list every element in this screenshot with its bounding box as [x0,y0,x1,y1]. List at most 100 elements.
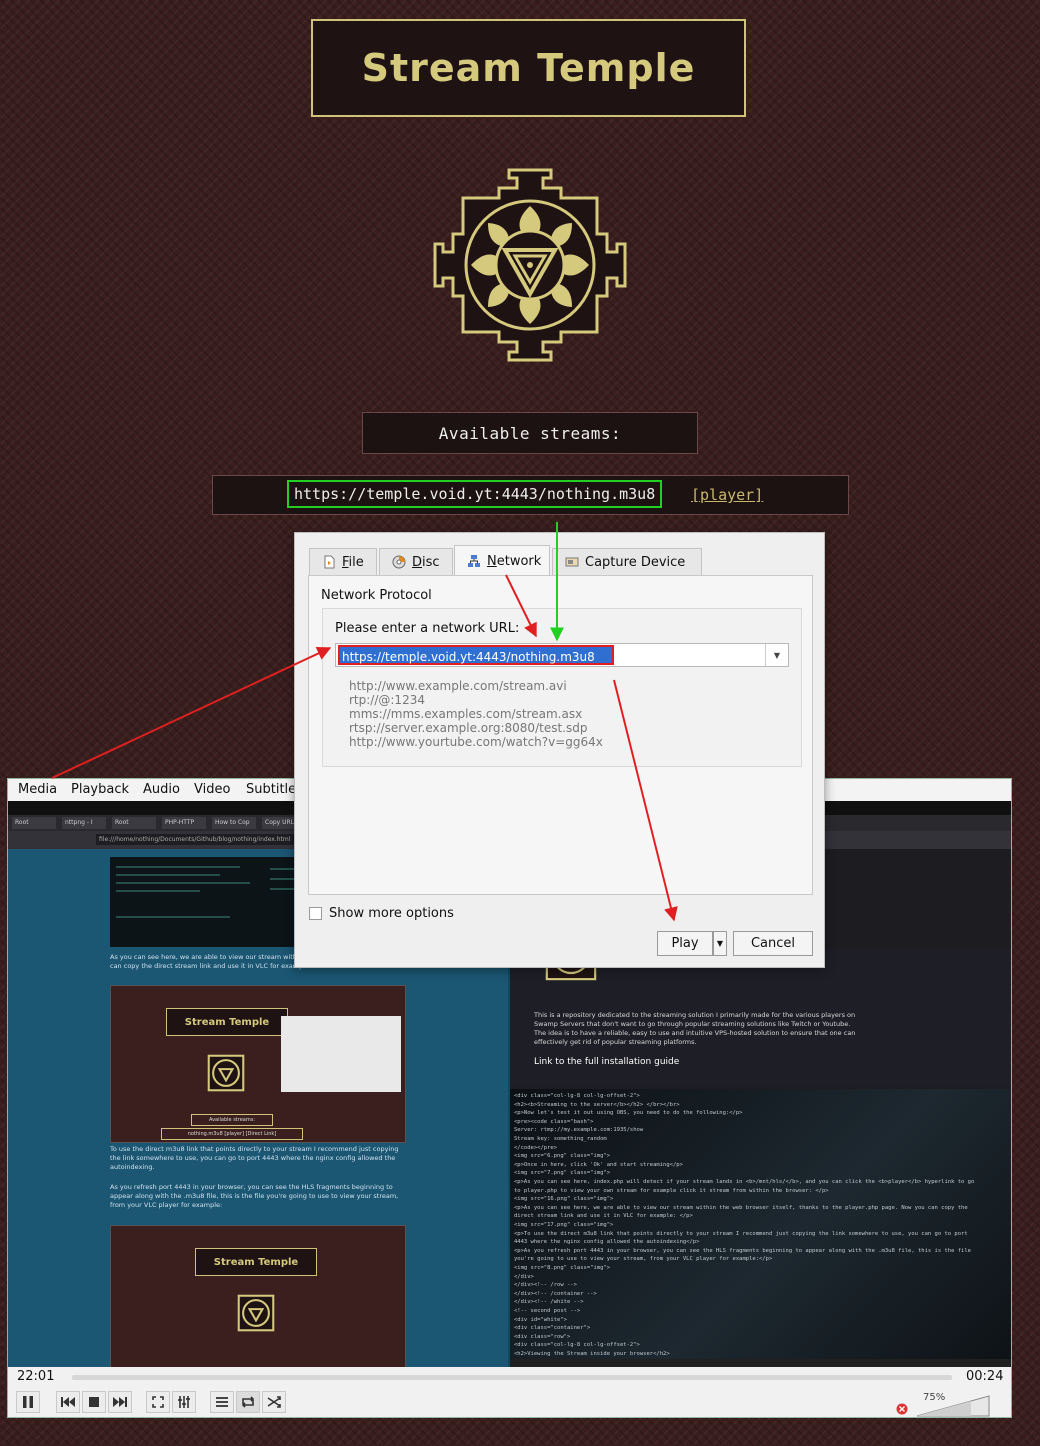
equalizer-icon[interactable] [172,1391,196,1413]
tab-file-rest: ile [348,554,364,570]
code-line: </div> [514,1273,534,1280]
video-address-text: file:///home/nothing/Documents/Github/bl… [96,834,299,845]
cancel-button-label: Cancel [750,936,796,951]
thumb-title: Stream Temple [166,1008,288,1036]
code-line: </div><!-- /container --> [514,1290,597,1297]
tab-disc-mnemonic: D [412,554,423,570]
stop-icon[interactable] [82,1391,106,1413]
available-streams-heading: Available streams: [362,412,698,454]
code-line: </code></pre> [514,1144,558,1151]
playlist-icon[interactable] [210,1391,234,1413]
mute-icon[interactable] [896,1403,908,1415]
seek-bar-row: 22:01 00:24 [8,1367,1011,1387]
readme-text: This is a repository dedicated to the st… [534,1011,856,1046]
menu-video[interactable]: Video [194,782,230,797]
stream-url[interactable]: https://temple.void.yt:4443/nothing.m3u8 [287,480,663,508]
tab-file[interactable]: File [309,548,377,575]
menu-subtitle[interactable]: Subtitle [246,782,296,797]
next-icon[interactable] [108,1391,132,1413]
tab-network-label: Network [487,554,541,569]
play-options-dropdown[interactable]: ▼ [713,931,727,956]
chevron-down-icon: ▼ [716,939,724,948]
chevron-down-icon[interactable]: ▼ [765,644,788,666]
code-line: direct stream link and use it in VLC for… [514,1213,693,1220]
play-button[interactable]: Play [657,931,713,956]
url-example: http://www.example.com/stream.avi [349,679,567,693]
tab-disc-label: Disc [412,555,440,570]
site-title: Stream Temple [361,46,696,90]
code-line: <img src="7.png" class="img"> [514,1170,611,1177]
code-line: </div><!-- /row --> [514,1282,577,1289]
shuffle-icon[interactable] [262,1391,286,1413]
code-line: <div class="col-lg-8 col-lg-offset-2"> [514,1093,640,1099]
code-line: <h2>Viewing the Stream inside your brows… [514,1351,670,1357]
tab-network-mnemonic: N [487,553,497,569]
video-page-thumb-2: Stream Temple [110,1225,406,1367]
code-line: <!-- second post --> [514,1308,581,1314]
tab-network-rest: etwork [496,553,542,569]
code-line: <div id="white"> [514,1316,567,1323]
open-media-dialog: File Disc Network Capture Device Network… [294,532,825,968]
menu-media[interactable]: Media [18,782,57,797]
network-url-combobox[interactable]: https://temple.void.yt:4443/nothing.m3u8… [335,643,789,667]
thumb-streams: Available streams: [191,1114,273,1126]
code-line: <img src="8.png" class="img"> [514,1265,611,1271]
player-link[interactable]: [player] [691,486,763,504]
volume-slider[interactable]: 75% [915,1392,991,1417]
menu-audio[interactable]: Audio [143,782,180,797]
code-line: <pre><code class="bash"> [514,1118,594,1125]
tab-network[interactable]: Network [454,545,550,576]
code-line: <div class="row"> [514,1333,571,1340]
url-prompt: Please enter a network URL: [335,621,520,636]
yantra-logo [433,168,627,362]
url-example: rtp://@:1234 [349,693,425,707]
url-example: mms://mms.examples.com/stream.asx [349,707,583,721]
arrow-from-media-menu [51,646,332,779]
code-line: <p>Once in here, click 'Ok' and start st… [514,1161,683,1168]
show-more-options-checkbox[interactable] [309,907,322,920]
network-protocol-group: Please enter a network URL: https://temp… [322,608,802,767]
loop-icon[interactable] [236,1391,260,1413]
editor-status-bar [510,1359,1011,1367]
video-blog-para: As you refresh port 4443 in your browser… [110,1183,399,1209]
seek-slider[interactable] [72,1375,952,1380]
pause-icon[interactable] [16,1391,40,1413]
video-tab: How to Cop [212,817,256,829]
code-line: <p>Now let's test it out using OBS, you … [514,1110,743,1117]
disc-icon [392,555,406,569]
thumb-logo [237,1294,275,1332]
tab-disc[interactable]: Disc [379,548,453,575]
url-examples: http://www.example.com/stream.avi rtp://… [349,679,603,749]
tab-capture-device-label: Capture Device [585,554,686,570]
code-line: 4443 where the nginx config allowed the … [514,1239,700,1246]
network-url-input[interactable]: https://temple.void.yt:4443/nothing.m3u8 [338,645,614,665]
previous-icon[interactable] [56,1391,80,1413]
thumb-stream: nothing.m3u8 [player] [Direct Link] [161,1128,303,1140]
video-tab: PHP-HTTP [162,817,206,829]
network-panel: Network Protocol Please enter a network … [308,575,813,895]
code-line: to player.php to view your own stream fo… [514,1187,829,1194]
installation-guide-link[interactable]: Link to the full installation guide [534,1057,679,1067]
code-line: <div class="col-lg-8 col-lg-offset-2"> [514,1342,640,1349]
network-protocol-label: Network Protocol [321,588,432,603]
playback-controls: 75% [8,1387,1011,1417]
code-line: <div class="container"> [514,1325,591,1332]
code-line: <img src="16.png" class="img"> [514,1196,614,1203]
video-tab: Root [12,817,56,829]
tab-capture-device[interactable]: Capture Device [552,548,702,575]
tab-file-label: File [342,555,364,570]
video-readme: This is a repository dedicated to the st… [510,949,1011,1087]
fullscreen-icon[interactable] [146,1391,170,1413]
menu-playback[interactable]: Playback [71,782,129,797]
url-example: http://www.yourtube.com/watch?v=gg64x [349,735,603,749]
thumb-logo [207,1054,245,1092]
code-line: <p>As you can see here, we are able to v… [514,1204,968,1211]
time-total: 00:24 [966,1369,1004,1384]
capture-device-icon [565,557,579,567]
thumb-title: Stream Temple [195,1248,317,1276]
cancel-button[interactable]: Cancel [733,931,813,956]
stream-row: https://temple.void.yt:4443/nothing.m3u8… [212,475,849,515]
time-elapsed: 22:01 [17,1369,55,1384]
tab-disc-rest: isc [422,554,440,570]
url-example: rtsp://server.example.org:8080/test.sdp [349,721,588,735]
